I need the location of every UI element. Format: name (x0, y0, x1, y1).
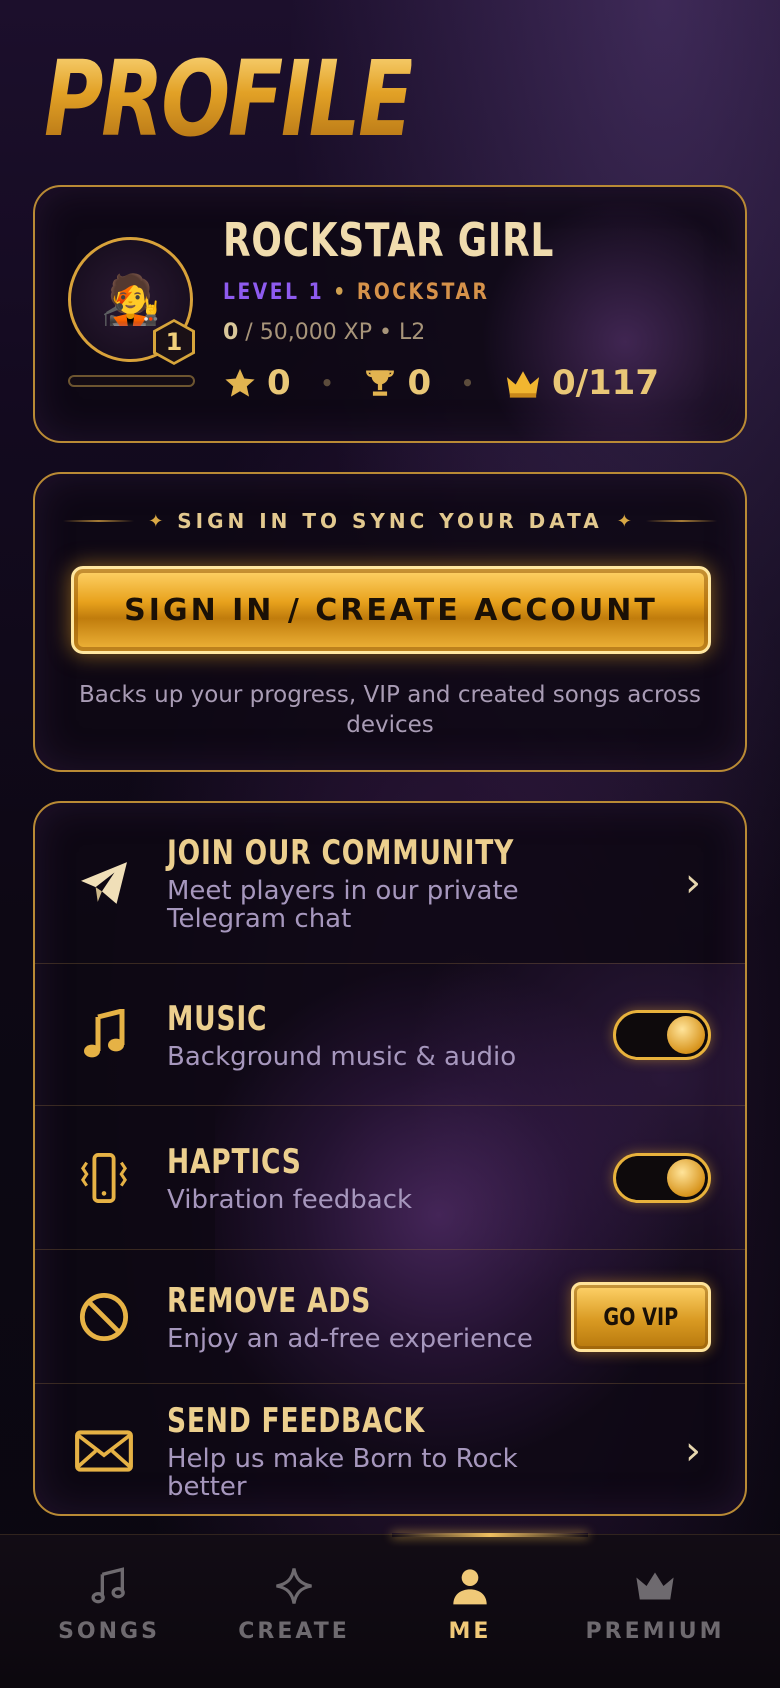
tab-songs[interactable]: SONGS (34, 1563, 184, 1644)
chevron-right-icon: › (685, 1428, 701, 1474)
remove-ads-row: REMOVE ADS Enjoy an ad-free experience G… (35, 1250, 745, 1384)
player-name: ROCKSTAR GIRL (223, 213, 555, 267)
sparkle-icon (219, 1563, 369, 1609)
telegram-icon (69, 848, 139, 918)
active-tab-indicator (392, 1533, 588, 1537)
person-icon (395, 1563, 545, 1609)
rank-label: ROCKSTAR (356, 280, 490, 305)
community-title: JOIN OUR COMMUNITY (167, 833, 515, 873)
level-label: LEVEL 1 (223, 280, 325, 305)
sparkle-icon: ✦ (616, 510, 632, 532)
star-icon (225, 368, 255, 397)
stat-separator: • (461, 371, 474, 395)
crown-icon (580, 1563, 730, 1609)
music-toggle[interactable] (613, 1009, 711, 1060)
go-vip-button[interactable]: GO VIP (571, 1281, 711, 1352)
tab-label: PREMIUM (585, 1619, 725, 1644)
remove-ads-text: REMOVE ADS Enjoy an ad-free experience (167, 1281, 595, 1353)
stars-stat: 0 (223, 363, 291, 403)
tab-create[interactable]: CREATE (219, 1563, 369, 1644)
haptics-text: HAPTICS Vibration feedback (167, 1142, 595, 1214)
trophies-stat: 0 (363, 363, 431, 403)
page-title: PROFILE (44, 38, 414, 160)
stars-count: 0 (267, 363, 291, 403)
player-level-rank: LEVEL 1 • ROCKSTAR (223, 280, 489, 305)
xp-text: 0 / 50,000 XP • L2 (223, 320, 425, 345)
haptics-subtitle: Vibration feedback (167, 1184, 413, 1215)
music-row: MUSIC Background music & audio (35, 964, 745, 1106)
feedback-text: SEND FEEDBACK Help us make Born to Rock … (167, 1401, 595, 1501)
tab-me[interactable]: ME (395, 1563, 545, 1644)
feedback-row[interactable]: SEND FEEDBACK Help us make Born to Rock … (35, 1384, 745, 1514)
signin-note: Backs up your progress, VIP and created … (78, 682, 701, 738)
tab-label: ME (448, 1619, 492, 1644)
tab-premium[interactable]: PREMIUM (580, 1563, 730, 1644)
tab-label: CREATE (238, 1619, 350, 1644)
sync-heading-row: ✦ SIGN IN TO SYNC YOUR DATA ✦ (63, 506, 718, 536)
xp-progress-bar (68, 375, 195, 387)
music-note-icon (69, 1000, 139, 1070)
toggle-knob (667, 1158, 705, 1197)
haptics-row: HAPTICS Vibration feedback (35, 1106, 745, 1250)
community-text: JOIN OUR COMMUNITY Meet players in our p… (167, 833, 595, 933)
haptics-title: HAPTICS (167, 1141, 302, 1182)
divider (645, 520, 718, 522)
level-badge-number: 1 (156, 322, 192, 362)
remove-ads-title: REMOVE ADS (167, 1280, 372, 1321)
community-subtitle: Meet players in our private Telegram cha… (167, 876, 519, 934)
divider (63, 520, 135, 522)
trophies-count: 0 (407, 363, 432, 403)
stat-separator: • (320, 371, 334, 395)
community-row[interactable]: JOIN OUR COMMUNITY Meet players in our p… (35, 803, 745, 964)
crown-icon (506, 371, 540, 398)
xp-rest: / 50,000 XP • L2 (238, 320, 426, 345)
sparkle-icon: ✦ (148, 510, 164, 532)
trophy-icon (366, 370, 395, 396)
crowns-stat: 0/117 (504, 363, 659, 403)
feedback-title: SEND FEEDBACK (167, 1401, 425, 1441)
profile-card[interactable]: 🧑‍🎤 1 ROCKSTAR GIRL LEVEL 1 • ROCKSTAR 0… (33, 185, 747, 443)
signin-card: ✦ SIGN IN TO SYNC YOUR DATA ✦ SIGN IN / … (33, 472, 747, 772)
remove-ads-subtitle: Enjoy an ad-free experience (167, 1323, 533, 1354)
vibrate-phone-icon (69, 1143, 139, 1213)
music-note-icon (34, 1563, 184, 1609)
chevron-right-icon: › (685, 860, 701, 906)
xp-current: 0 (223, 320, 239, 345)
signin-button[interactable]: SIGN IN / CREATE ACCOUNT (71, 566, 711, 654)
toggle-knob (667, 1015, 705, 1054)
tab-label: SONGS (58, 1619, 160, 1644)
settings-card: JOIN OUR COMMUNITY Meet players in our p… (33, 801, 747, 1516)
block-icon (69, 1282, 139, 1352)
feedback-subtitle: Help us make Born to Rock better (167, 1444, 518, 1502)
music-subtitle: Background music & audio (167, 1041, 517, 1072)
crowns-count: 0/117 (551, 363, 659, 403)
music-text: MUSIC Background music & audio (167, 999, 595, 1071)
mail-icon (69, 1416, 139, 1486)
player-stats: 0 • 0 • 0/117 (223, 363, 659, 403)
sync-heading: SIGN IN TO SYNC YOUR DATA (177, 509, 603, 533)
haptics-toggle[interactable] (613, 1152, 711, 1203)
music-title: MUSIC (167, 998, 268, 1039)
level-separator: • (333, 280, 348, 305)
go-vip-label: GO VIP (603, 1302, 679, 1331)
bottom-nav: SONGS CREATE ME PREMIUM (0, 1533, 780, 1688)
